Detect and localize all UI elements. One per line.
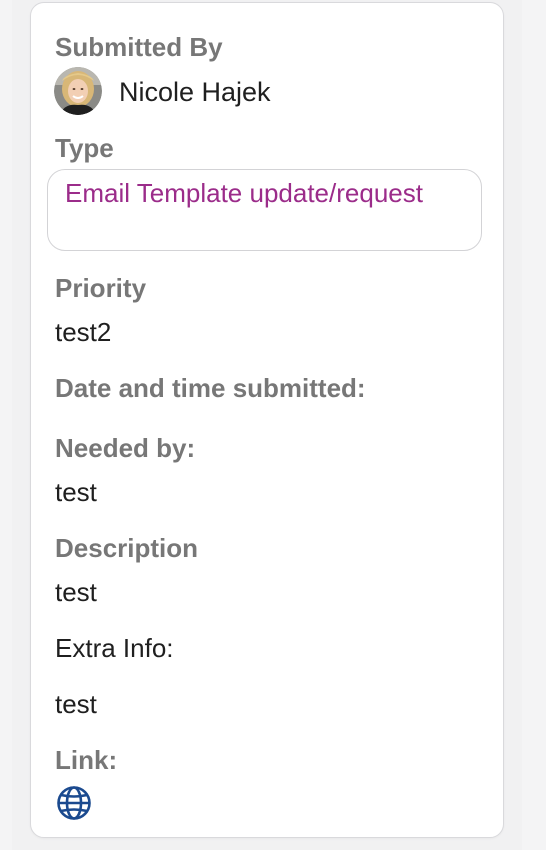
date-submitted-label: Date and time submitted: [55, 373, 366, 403]
priority-value: test2 [55, 317, 112, 347]
type-label: Type [55, 133, 114, 163]
page: Submitted By Nicole Hajek Type Email Tem… [0, 0, 546, 850]
needed-by-value: test [55, 477, 97, 507]
needed-by-label: Needed by: [55, 433, 196, 463]
avatar[interactable] [54, 67, 102, 115]
description-value: test [55, 577, 97, 607]
globe-icon-graphic [57, 786, 91, 820]
extra-info-label: Extra Info: [55, 633, 174, 663]
link-label: Link: [55, 745, 118, 775]
extra-info-value: test [55, 689, 97, 719]
type-value: Email Template update/request [65, 178, 423, 208]
description-label: Description [55, 533, 199, 563]
submitter-name: Nicole Hajek [119, 77, 271, 107]
submitted-by-label: Submitted By [55, 32, 223, 62]
request-details-card: Submitted By Nicole Hajek Type Email Tem… [30, 2, 504, 838]
priority-label: Priority [55, 273, 147, 303]
globe-icon[interactable] [56, 785, 92, 821]
avatar-image [54, 67, 102, 115]
type-tag[interactable]: Email Template update/request [47, 169, 482, 251]
